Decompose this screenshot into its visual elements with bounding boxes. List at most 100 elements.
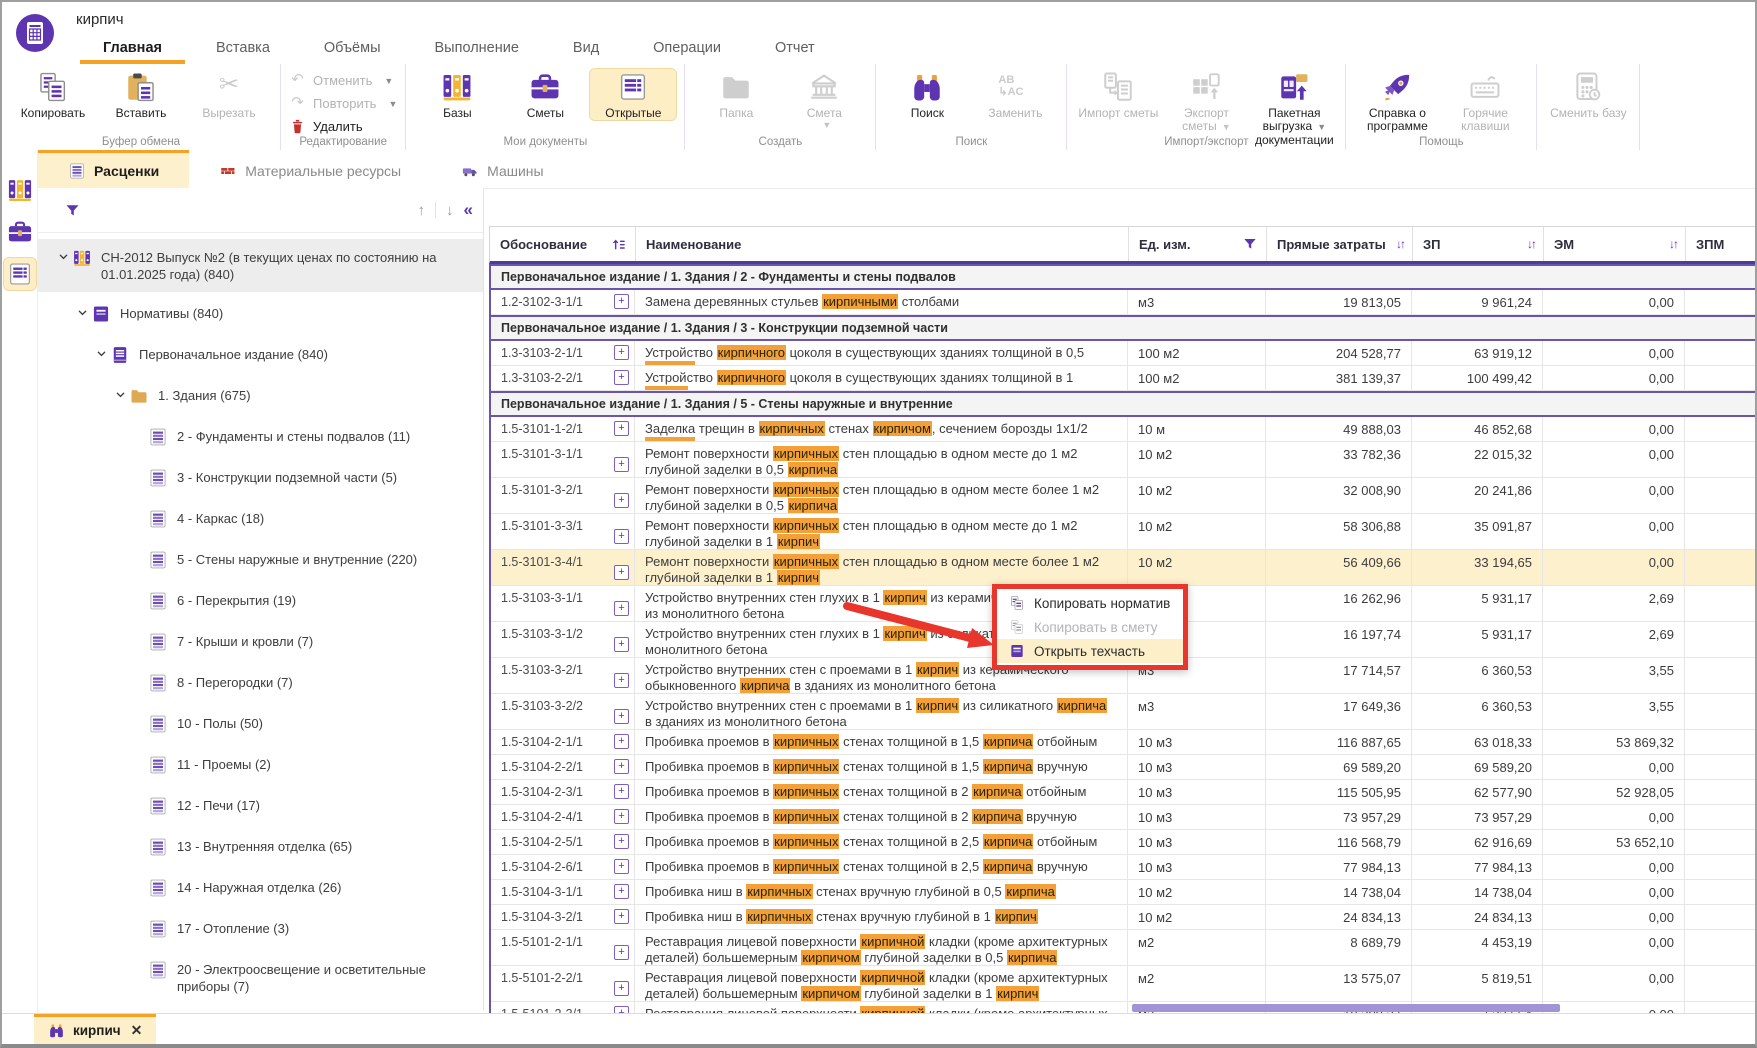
tab-Материальные ресурсы[interactable]: Материальные ресурсы <box>189 150 431 188</box>
tree-item[interactable]: 10 - Полы (50) <box>38 705 483 743</box>
group-header-row[interactable]: Первоначальное издание / 1. Здания / 3 -… <box>491 315 1755 341</box>
chevron-down-icon[interactable]: ▼ <box>1222 122 1231 132</box>
Повторить-button[interactable]: ↷ Повторить ▼ <box>289 95 397 112</box>
expand-button[interactable]: + <box>614 859 629 874</box>
table-row[interactable]: 1.5-3103-3-2/2 + Устройство внутренних сте… <box>491 694 1755 730</box>
chevron-down-icon[interactable] <box>73 304 91 319</box>
rail-open-docs[interactable] <box>2 257 37 291</box>
table-row[interactable]: 1.5-5101-2-1/1 + Реставрация лицевой повер… <box>491 930 1755 966</box>
table-row[interactable]: 1.5-3104-2-3/1 + Пробивка проемов в кирпич… <box>491 780 1755 805</box>
menu-item-Открыть техчасть[interactable]: Открыть техчасть <box>997 639 1183 663</box>
tree-item[interactable]: 7 - Крыши и кровли (7) <box>38 623 483 661</box>
tree-item[interactable]: 6 - Перекрытия (19) <box>38 582 483 620</box>
expand-button[interactable]: + <box>614 370 629 385</box>
expand-button[interactable]: + <box>614 493 629 508</box>
tree-item[interactable]: 5 - Стены наружные и внутренние (220) <box>38 541 483 579</box>
tree-item[interactable]: 14 - Наружная отделка (26) <box>38 869 483 907</box>
search-result-tab[interactable]: кирпич ✕ <box>34 1014 157 1044</box>
sort-icon[interactable]: ↓↑ <box>1396 237 1406 251</box>
Смета-button[interactable]: Смета ▼ <box>781 69 867 130</box>
ribbon-tab-Операции[interactable]: Операции <box>626 40 748 64</box>
table-row[interactable]: 1.5-3101-1-2/1 + Заделка трещин в кирпичны… <box>491 417 1755 442</box>
Открытые-button[interactable]: Открытые <box>589 68 678 121</box>
expand-button[interactable]: + <box>614 884 629 899</box>
table-row[interactable]: 1.2-3102-3-1/1 + Замена деревянных стульев… <box>491 290 1755 315</box>
rail-estimates[interactable] <box>4 216 36 248</box>
tree-item[interactable]: 13 - Внутренняя отделка (65) <box>38 828 483 866</box>
ribbon-tab-Главная[interactable]: Главная <box>76 40 189 64</box>
Удалить-button[interactable]: Удалить <box>289 118 397 135</box>
menu-item-Копировать в смету[interactable]: Копировать в смету <box>997 615 1183 639</box>
table-row[interactable]: 1.5-3104-2-2/1 + Пробивка проемов в кирпич… <box>491 755 1755 780</box>
ribbon-tab-Выполнение[interactable]: Выполнение <box>408 40 546 64</box>
ribbon-tab-Вставка[interactable]: Вставка <box>189 40 297 64</box>
Справка о программе-button[interactable]: Справка о программе <box>1354 69 1440 133</box>
table-row[interactable]: 1.5-3101-3-3/1 + Ремонт поверхности кирпич… <box>491 514 1755 550</box>
expand-button[interactable]: + <box>614 294 629 309</box>
table-row[interactable]: 1.5-3104-2-1/1 + Пробивка проемов в кирпич… <box>491 730 1755 755</box>
tree-item[interactable]: 2 - Фундаменты и стены подвалов (11) <box>38 418 483 456</box>
tab-Машины[interactable]: Машины <box>431 150 573 188</box>
tree-item[interactable]: 1. Здания (675) <box>38 377 483 415</box>
collapse-panel-icon[interactable]: « <box>464 200 473 220</box>
table-row[interactable]: 1.5-3101-3-4/1 + Ремонт поверхности кирпич… <box>491 550 1755 586</box>
expand-button[interactable]: + <box>614 565 629 580</box>
expand-button[interactable]: + <box>614 734 629 749</box>
column-header-Наименование[interactable]: Наименование <box>636 227 1129 261</box>
expand-button[interactable]: + <box>614 909 629 924</box>
tree-item[interactable]: 17 - Отопление (3) <box>38 910 483 948</box>
table-row[interactable]: 1.5-3104-3-1/1 + Пробивка ниш в кирпичных … <box>491 880 1755 905</box>
Горячие клавиши-button[interactable]: Горячие клавиши <box>1442 69 1528 133</box>
rail-bases[interactable] <box>4 174 36 206</box>
sort-icon[interactable]: ↓↑ <box>1669 237 1679 251</box>
table-row[interactable]: 1.3-3103-2-1/1 + Устройство кирпичного цок… <box>491 341 1755 366</box>
close-icon[interactable]: ✕ <box>131 1022 143 1039</box>
chevron-down-icon[interactable]: ▼ <box>1317 122 1326 132</box>
chevron-down-icon[interactable]: ▼ <box>384 76 393 86</box>
column-header-Прямые затраты[interactable]: Прямые затраты ↓↑ <box>1267 227 1413 261</box>
chevron-down-icon[interactable] <box>92 345 110 360</box>
Базы-button[interactable]: Базы <box>414 69 500 120</box>
tree-item[interactable]: 3 - Конструкции подземной части (5) <box>38 459 483 497</box>
Вырезать-button[interactable]: ✂ Вырезать <box>186 69 272 120</box>
tree-item[interactable]: Нормативы (840) <box>38 295 483 333</box>
expand-button[interactable]: + <box>614 345 629 360</box>
tree-item[interactable]: Первоначальное издание (840) <box>38 336 483 374</box>
ribbon-tab-Вид[interactable]: Вид <box>546 40 626 64</box>
tree-item[interactable]: 8 - Перегородки (7) <box>38 664 483 702</box>
table-row[interactable]: 1.5-5101-2-2/1 + Реставрация лицевой повер… <box>491 966 1755 1002</box>
column-header-Обоснование[interactable]: Обоснование <box>490 227 636 261</box>
expand-button[interactable]: + <box>614 981 629 996</box>
column-header-ЗПМ[interactable]: ЗПМ <box>1686 227 1755 261</box>
expand-button[interactable]: + <box>614 945 629 960</box>
expand-button[interactable]: + <box>614 637 629 652</box>
horizontal-scrollbar[interactable] <box>1132 1004 1560 1012</box>
table-row[interactable]: 1.5-3104-2-5/1 + Пробивка проемов в кирпич… <box>491 830 1755 855</box>
menu-item-Копировать норматив[interactable]: Копировать норматив <box>997 591 1183 615</box>
table-row[interactable]: 1.5-3104-3-2/1 + Пробивка ниш в кирпичных … <box>491 905 1755 930</box>
expand-button[interactable]: + <box>614 421 629 436</box>
column-header-ЗП[interactable]: ЗП ↓↑ <box>1413 227 1544 261</box>
tree-item[interactable]: 20 - Электроосвещение и осветительные пр… <box>38 951 483 1004</box>
Поиск-button[interactable]: Поиск <box>884 69 970 120</box>
Копировать-button[interactable]: Копировать <box>10 69 96 120</box>
sort-icon[interactable]: ↓↑ <box>1527 237 1537 251</box>
Экспорт сметы-button[interactable]: Экспорт сметы ▼ <box>1163 69 1249 134</box>
filter-icon[interactable] <box>64 202 81 219</box>
chevron-down-icon[interactable]: ▼ <box>822 120 831 130</box>
expand-button[interactable]: + <box>614 457 629 472</box>
ribbon-tab-Объёмы[interactable]: Объёмы <box>297 40 408 64</box>
chevron-down-icon[interactable] <box>111 386 129 401</box>
column-header-Ед. изм.[interactable]: Ед. изм. <box>1129 227 1267 261</box>
expand-button[interactable]: + <box>614 809 629 824</box>
tree-item[interactable]: 11 - Проемы (2) <box>38 746 483 784</box>
chevron-down-icon[interactable]: ▼ <box>388 99 397 109</box>
Вставить-button[interactable]: Вставить <box>98 69 184 120</box>
Импорт сметы-button[interactable]: Импорт сметы <box>1075 69 1161 120</box>
chevron-down-icon[interactable] <box>54 248 72 263</box>
column-header-ЭМ[interactable]: ЭМ ↓↑ <box>1544 227 1686 261</box>
table-row[interactable]: 1.5-3104-2-6/1 + Пробивка проемов в кирпич… <box>491 855 1755 880</box>
Сметы-button[interactable]: Сметы <box>502 69 588 120</box>
expand-button[interactable]: + <box>614 673 629 688</box>
tree-item[interactable]: 4 - Каркас (18) <box>38 500 483 538</box>
